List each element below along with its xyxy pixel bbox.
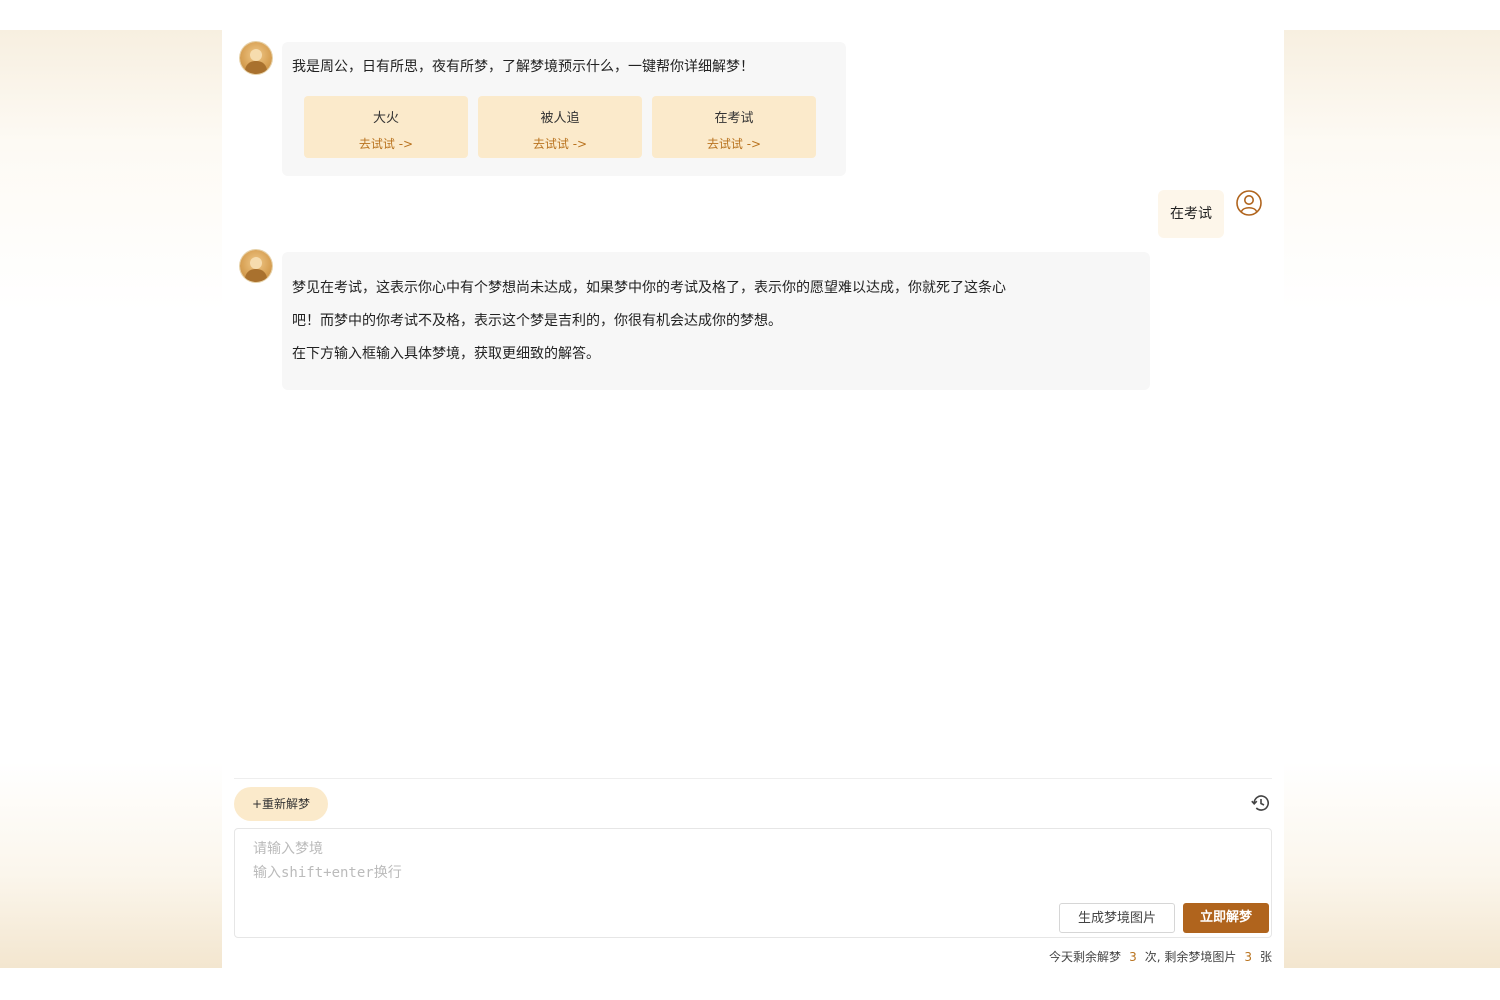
answer-bubble: 梦见在考试，这表示你心中有个梦想尚未达成，如果梦中你的考试及格了，表示你的愿望难… bbox=[282, 252, 1150, 390]
quota-mid: 次, 剩余梦境图片 bbox=[1144, 950, 1237, 964]
bot-avatar bbox=[240, 250, 272, 282]
suggestion-try-link[interactable]: 去试试 -> bbox=[652, 135, 816, 152]
answer-line: 梦见在考试，这表示你心中有个梦想尚未达成，如果梦中你的考试及格了，表示你的愿望难… bbox=[292, 280, 1006, 296]
quota-info: 今天剩余解梦 3 次, 剩余梦境图片 3 张 bbox=[1049, 948, 1272, 965]
new-interpretation-button[interactable]: +重新解梦 bbox=[234, 787, 328, 821]
user-avatar-icon bbox=[1236, 190, 1262, 216]
suggestion-card-chased[interactable]: 被人追 去试试 -> bbox=[478, 96, 642, 158]
user-message-bubble: 在考试 bbox=[1158, 190, 1224, 238]
suggestion-card-exam[interactable]: 在考试 去试试 -> bbox=[652, 96, 816, 158]
quota-image-count: 3 bbox=[1244, 950, 1252, 964]
suggestion-topic: 在考试 bbox=[714, 111, 754, 126]
greeting-text: 我是周公，日有所思，夜有所梦，了解梦境预示什么，一键帮你详细解梦！ bbox=[292, 59, 754, 75]
bot-avatar bbox=[240, 42, 272, 74]
dream-input-box: 生成梦境图片 立即解梦 bbox=[234, 828, 1272, 938]
answer-line: 吧！而梦中的你考试不及格，表示这个梦是吉利的，你很有机会达成你的梦想。 bbox=[292, 313, 782, 329]
dream-input[interactable] bbox=[235, 829, 1035, 899]
suggestion-topic: 大火 bbox=[372, 111, 399, 126]
suggestion-try-link[interactable]: 去试试 -> bbox=[478, 135, 642, 152]
quota-prefix: 今天剩余解梦 bbox=[1049, 950, 1122, 964]
greeting-bubble: 我是周公，日有所思，夜有所梦，了解梦境预示什么，一键帮你详细解梦！ 大火 去试试… bbox=[282, 42, 846, 176]
suggestion-try-link[interactable]: 去试试 -> bbox=[304, 135, 468, 152]
answer-line: 在下方输入框输入具体梦境，获取更细致的解答。 bbox=[292, 346, 600, 362]
quota-dream-count: 3 bbox=[1129, 950, 1137, 964]
suggestion-topic: 被人追 bbox=[540, 111, 580, 126]
input-divider bbox=[234, 778, 1272, 779]
history-icon[interactable] bbox=[1250, 792, 1272, 814]
interpret-now-button[interactable]: 立即解梦 bbox=[1183, 903, 1269, 933]
quota-suffix: 张 bbox=[1259, 950, 1272, 964]
chat-app: 我是周公，日有所思，夜有所梦，了解梦境预示什么，一键帮你详细解梦！ 大火 去试试… bbox=[222, 30, 1284, 968]
generate-image-button[interactable]: 生成梦境图片 bbox=[1059, 903, 1175, 933]
suggestion-card-fire[interactable]: 大火 去试试 -> bbox=[304, 96, 468, 158]
